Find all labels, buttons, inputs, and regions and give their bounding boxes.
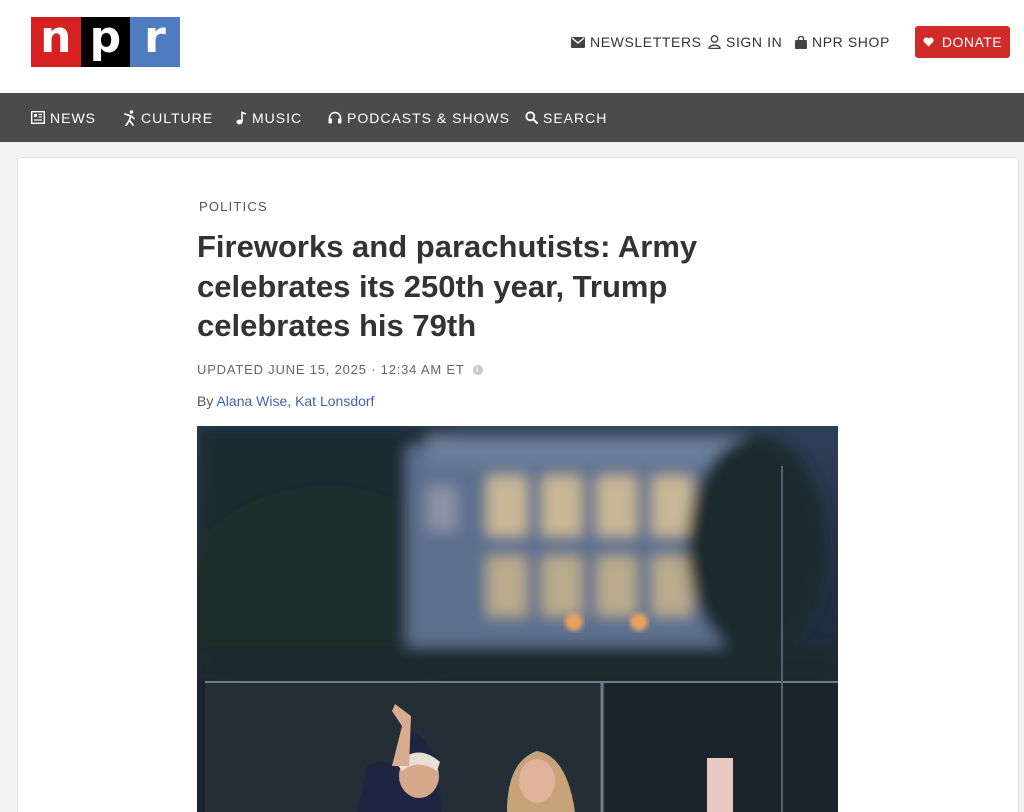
- info-icon[interactable]: i: [472, 364, 483, 375]
- sign-in-link[interactable]: SIGN IN: [708, 31, 782, 53]
- logo-letter-p: p: [80, 16, 131, 67]
- nav-label-search: SEARCH: [543, 109, 608, 126]
- lead-photo-image: [197, 426, 838, 812]
- nav-label-music: MUSIC: [252, 109, 303, 126]
- donate-button[interactable]: DONATE: [915, 26, 1010, 58]
- newsletters-label: NEWSLETTERS: [590, 34, 702, 50]
- envelope-icon: [571, 36, 585, 48]
- npr-logo[interactable]: n p r: [31, 16, 180, 67]
- logo-letter-r: r: [130, 16, 180, 67]
- npr-shop-label: NPR SHOP: [812, 34, 890, 50]
- sign-in-label: SIGN IN: [726, 34, 783, 50]
- npr-shop-link[interactable]: NPR SHOP: [795, 31, 890, 53]
- nav-item-news[interactable]: NEWS: [31, 93, 96, 142]
- updated-timestamp: UPDATED JUNE 15, 2025 · 12:34 AM ET i: [197, 362, 483, 377]
- news-icon: [31, 111, 45, 124]
- nav-label-culture: CULTURE: [141, 109, 214, 126]
- byline: By Alana Wise, Kat Lonsdorf: [197, 393, 374, 409]
- search-icon: [525, 111, 538, 124]
- site-header: n p r NEWSLETTERS SIGN IN NPR SHOP DONAT…: [0, 0, 1024, 93]
- nav-label-news: NEWS: [50, 109, 96, 126]
- headphones-icon: [328, 111, 342, 124]
- author-separator: ,: [287, 393, 296, 409]
- main-nav: NEWS CULTURE MUSIC PODCASTS & SHOWS SEAR…: [0, 93, 1024, 142]
- music-icon: [236, 110, 247, 124]
- nav-label-podcasts: PODCASTS & SHOWS: [347, 109, 511, 126]
- nav-item-culture[interactable]: CULTURE: [123, 93, 213, 142]
- culture-icon: [124, 109, 135, 126]
- logo-letter-n: n: [31, 16, 81, 67]
- lead-photo: [197, 426, 838, 812]
- author-link[interactable]: Alana Wise: [216, 393, 287, 409]
- updated-text: UPDATED JUNE 15, 2025 · 12:34 AM ET: [197, 362, 465, 377]
- shopping-bag-icon: [795, 35, 807, 49]
- newsletters-link[interactable]: NEWSLETTERS: [571, 31, 702, 53]
- article-headline: Fireworks and parachutists: Army celebra…: [197, 229, 698, 343]
- author-link[interactable]: Kat Lonsdorf: [295, 393, 374, 409]
- nav-item-search[interactable]: SEARCH: [525, 93, 607, 142]
- nav-item-podcasts[interactable]: PODCASTS & SHOWS: [328, 93, 510, 142]
- nav-item-music[interactable]: MUSIC: [236, 93, 302, 142]
- user-icon: [708, 35, 721, 49]
- section-label[interactable]: POLITICS: [199, 199, 268, 214]
- byline-prefix: By: [197, 393, 214, 409]
- donate-label: DONATE: [941, 34, 1003, 50]
- heart-icon: [923, 37, 934, 47]
